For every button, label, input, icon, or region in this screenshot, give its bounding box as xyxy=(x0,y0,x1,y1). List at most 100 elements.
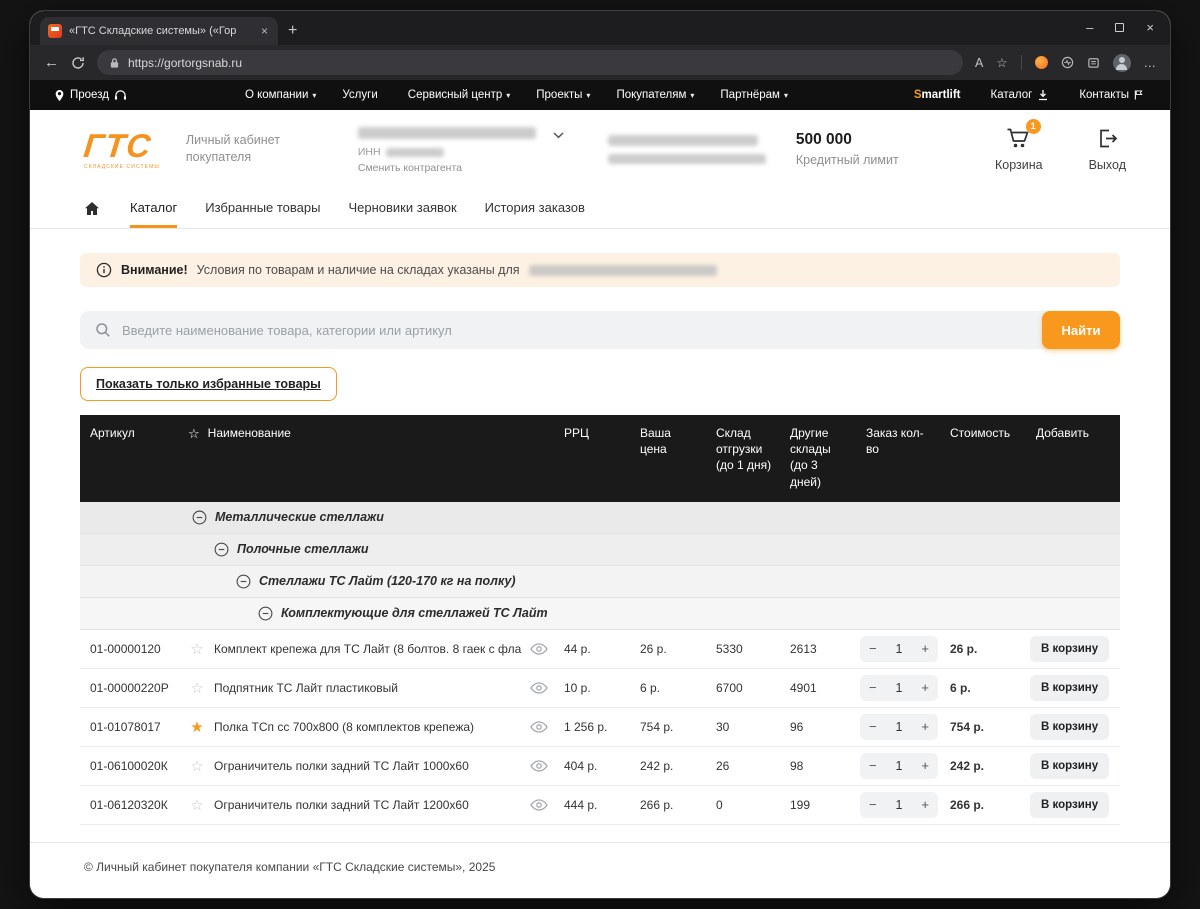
qty-value[interactable]: 1 xyxy=(896,759,903,773)
info-icon xyxy=(96,262,112,278)
company-logo[interactable]: ГТС СКЛАДСКИЕ СИСТЕМЫ xyxy=(84,129,160,170)
profile-avatar[interactable] xyxy=(1113,54,1131,72)
home-icon[interactable] xyxy=(84,188,100,228)
qty-value[interactable]: 1 xyxy=(896,720,903,734)
window-maximize-button[interactable] xyxy=(1115,23,1124,32)
refresh-icon[interactable] xyxy=(71,56,85,70)
eye-icon[interactable] xyxy=(522,799,556,811)
menu-item-projects[interactable]: Проекты▾ xyxy=(536,89,590,101)
add-to-cart-button[interactable]: В корзину xyxy=(1030,675,1109,701)
url-field[interactable]: https://gortorgsnab.ru xyxy=(97,50,963,75)
browser-tab[interactable]: «ГТС Складские системы» («Гор × xyxy=(40,17,278,45)
show-favorites-button[interactable]: Показать только избранные товары xyxy=(80,367,337,401)
tab-order-history[interactable]: История заказов xyxy=(485,188,585,228)
collapse-minus-icon[interactable] xyxy=(214,542,229,557)
search-button[interactable]: Найти xyxy=(1042,311,1120,349)
stock-main: 6700 xyxy=(708,681,782,695)
add-to-cart-button[interactable]: В корзину xyxy=(1030,636,1109,662)
stock-other: 98 xyxy=(782,759,858,773)
catalog-download-link[interactable]: Каталог xyxy=(991,89,1050,101)
tab-catalog[interactable]: Каталог xyxy=(130,188,177,228)
category-row[interactable]: Стеллажи ТС Лайт (120-170 кг на полку) xyxy=(80,566,1120,598)
products-table: Артикул ☆ Наименование РРЦ Ваша цена Скл… xyxy=(80,415,1120,825)
site-favicon-icon xyxy=(48,24,62,38)
contacts-link[interactable]: Контакты xyxy=(1079,89,1144,101)
menu-item-partners[interactable]: Партнёрам▾ xyxy=(720,89,788,101)
qty-plus-button[interactable]: + xyxy=(921,641,929,656)
favorites-star-icon[interactable]: ☆ xyxy=(996,55,1007,70)
tab-favorites[interactable]: Избранные товары xyxy=(205,188,320,228)
favorite-star-icon[interactable]: ☆ xyxy=(180,679,214,697)
row-total: 242 р. xyxy=(942,759,1028,773)
url-text: https://gortorgsnab.ru xyxy=(128,56,242,70)
col-header-your-price: Ваша цена xyxy=(632,425,708,457)
qty-value[interactable]: 1 xyxy=(896,798,903,812)
qty-value[interactable]: 1 xyxy=(896,642,903,656)
desktop-background: «ГТС Складские системы» («Гор × + – × ← … xyxy=(0,0,1200,909)
user-info-block xyxy=(608,135,766,164)
headphones-icon xyxy=(114,89,127,101)
collections-icon[interactable] xyxy=(1087,56,1100,69)
col-header-stock-main: Склад отгрузки (до 1 дня) xyxy=(708,425,782,474)
favorite-star-icon[interactable]: ★ xyxy=(180,718,214,736)
add-to-cart-button[interactable]: В корзину xyxy=(1030,714,1109,740)
qty-minus-button[interactable]: − xyxy=(869,719,877,734)
browser-tab-bar: «ГТС Складские системы» («Гор × + – × xyxy=(30,11,1170,45)
route-link[interactable]: Проезд xyxy=(54,89,127,102)
credit-label: Кредитный лимит xyxy=(796,153,899,167)
change-contragent-link[interactable]: Сменить контрагента xyxy=(358,162,536,174)
tab-drafts[interactable]: Черновики заявок xyxy=(348,188,456,228)
eye-icon[interactable] xyxy=(522,682,556,694)
favorite-star-icon[interactable]: ☆ xyxy=(180,757,214,775)
category-row[interactable]: Металлические стеллажи xyxy=(80,502,1120,534)
back-button-icon[interactable]: ← xyxy=(44,54,59,71)
add-to-cart-button[interactable]: В корзину xyxy=(1030,792,1109,818)
rrc-price: 10 р. xyxy=(556,681,632,695)
cart-button[interactable]: 1 Корзина xyxy=(995,126,1043,172)
favorite-star-icon[interactable]: ☆ xyxy=(180,640,214,658)
eye-icon[interactable] xyxy=(522,643,556,655)
category-row[interactable]: Комплектующие для стеллажей ТС Лайт xyxy=(80,598,1120,630)
window-minimize-button[interactable]: – xyxy=(1086,20,1093,35)
browser-essentials-icon[interactable] xyxy=(1061,56,1074,69)
tab-close-icon[interactable]: × xyxy=(259,24,270,38)
logout-label: Выход xyxy=(1089,158,1126,172)
menu-item-services[interactable]: Услуги xyxy=(342,89,381,101)
product-sku: 01-00000120 xyxy=(80,642,180,656)
qty-minus-button[interactable]: − xyxy=(869,680,877,695)
qty-minus-button[interactable]: − xyxy=(869,641,877,656)
rrc-price: 404 р. xyxy=(556,759,632,773)
add-to-cart-button[interactable]: В корзину xyxy=(1030,753,1109,779)
contragent-selector[interactable]: ИНН Сменить контрагента xyxy=(358,124,570,174)
browser-menu-icon[interactable]: … xyxy=(1144,56,1157,70)
logout-button[interactable]: Выход xyxy=(1089,127,1126,172)
menu-item-service-center[interactable]: Сервисный центр▾ xyxy=(408,89,511,101)
qty-minus-button[interactable]: − xyxy=(869,797,877,812)
qty-plus-button[interactable]: + xyxy=(921,758,929,773)
qty-minus-button[interactable]: − xyxy=(869,758,877,773)
extension-icon[interactable] xyxy=(1035,56,1048,69)
eye-icon[interactable] xyxy=(522,721,556,733)
qty-plus-button[interactable]: + xyxy=(921,719,929,734)
cabinet-label: Личный кабинет покупателя xyxy=(186,132,296,167)
col-header-qty: Заказ кол-во xyxy=(858,425,942,457)
star-icon[interactable]: ☆ xyxy=(188,425,200,443)
chevron-down-icon[interactable] xyxy=(553,132,564,139)
menu-item-about[interactable]: О компании▾ xyxy=(245,89,316,101)
category-row[interactable]: Полочные стеллажи xyxy=(80,534,1120,566)
new-tab-button[interactable]: + xyxy=(288,22,297,40)
read-aloud-icon[interactable]: A xyxy=(975,56,983,70)
eye-icon[interactable] xyxy=(522,760,556,772)
qty-value[interactable]: 1 xyxy=(896,681,903,695)
qty-plus-button[interactable]: + xyxy=(921,797,929,812)
window-close-button[interactable]: × xyxy=(1146,20,1154,35)
search-input[interactable] xyxy=(122,323,1030,338)
collapse-minus-icon[interactable] xyxy=(192,510,207,525)
collapse-minus-icon[interactable] xyxy=(236,574,251,589)
col-header-rrc: РРЦ xyxy=(556,425,632,441)
qty-plus-button[interactable]: + xyxy=(921,680,929,695)
collapse-minus-icon[interactable] xyxy=(258,606,273,621)
menu-item-buyers[interactable]: Покупателям▾ xyxy=(616,89,694,101)
smartlift-link[interactable]: Smartlift xyxy=(914,89,961,101)
favorite-star-icon[interactable]: ☆ xyxy=(180,796,214,814)
